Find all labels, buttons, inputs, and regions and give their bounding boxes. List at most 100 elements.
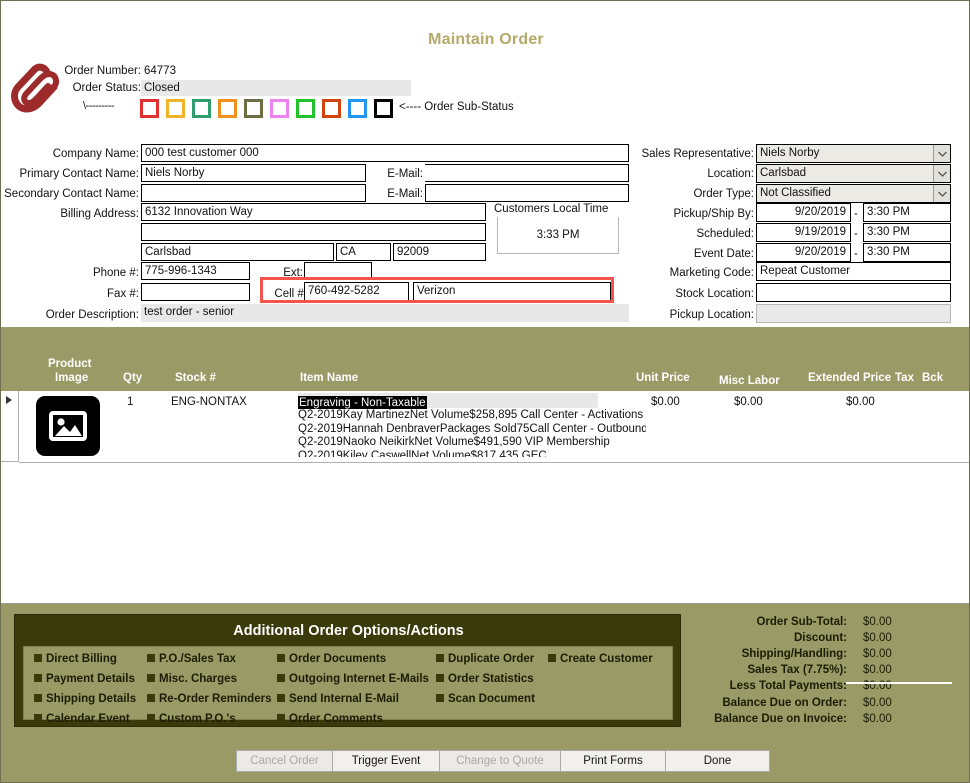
cell-stock-number[interactable]: ENG-NONTAX [171, 396, 247, 408]
item-name-dropdown-list[interactable]: Q2-2019Kay MartinezNet Volume$258,895 Ca… [298, 409, 646, 457]
order-type-select[interactable]: Not Classified [756, 184, 951, 203]
cell-extended-price[interactable]: $0.00 [846, 396, 875, 408]
location-select[interactable]: Carlsbad [756, 164, 951, 183]
print-forms-button[interactable]: Print Forms [561, 750, 666, 772]
sales-rep-select[interactable]: Niels Norby [756, 144, 951, 163]
change-to-quote-button[interactable]: Change to Quote [440, 750, 561, 772]
dropdown-option[interactable]: Q2-2019Hannah DenbraverPackages Sold75Ca… [298, 423, 646, 437]
cell-item-name[interactable]: Engraving - Non-Taxable [298, 393, 598, 411]
option-outgoing-internet-emails[interactable]: Outgoing Internet E-Mails [277, 673, 429, 685]
sub-status-swatch-7[interactable] [296, 99, 315, 118]
option-direct-billing[interactable]: Direct Billing [34, 653, 117, 665]
company-name-input[interactable]: 000 test customer 000 [141, 144, 629, 162]
cell-misc-labor[interactable]: $0.00 [734, 396, 763, 408]
sub-status-swatch-4[interactable] [218, 99, 237, 118]
bullet-icon [147, 694, 155, 702]
total-label-less-total-payments: Less Total Payments: [729, 680, 847, 692]
option-order-documents[interactable]: Order Documents [277, 653, 386, 665]
phone-label: Phone #: [92, 267, 139, 279]
chevron-down-icon[interactable] [933, 145, 950, 162]
trigger-event-button[interactable]: Trigger Event [333, 750, 440, 772]
marketing-code-input[interactable]: Repeat Customer [756, 262, 951, 281]
bullet-icon [34, 674, 42, 682]
billing-address-line2-input[interactable] [141, 223, 486, 241]
zip-input[interactable]: 92009 [393, 243, 486, 261]
order-status-label: Order Status: [72, 82, 141, 94]
chevron-down-icon[interactable] [933, 165, 950, 182]
event-time-input[interactable]: 3:30 PM [863, 243, 951, 262]
pickup-ship-by-date-input[interactable]: 9/20/2019 [756, 203, 851, 222]
option-label: Misc. Charges [159, 673, 237, 685]
dropdown-option[interactable]: Q2-2019Naoko NeikirkNet Volume$491,590 V… [298, 436, 646, 450]
option-create-customer[interactable]: Create Customer [548, 653, 653, 665]
order-type-value: Not Classified [760, 187, 831, 199]
option-misc-charges[interactable]: Misc. Charges [147, 673, 237, 685]
city-input[interactable]: Carlsbad [141, 243, 334, 261]
bullet-icon [277, 674, 285, 682]
phone-input[interactable]: 775-996-1343 [141, 262, 250, 280]
option-label: Payment Details [46, 673, 135, 685]
sub-status-swatch-6[interactable] [270, 99, 289, 118]
pickup-ship-by-time-input[interactable]: 3:30 PM [863, 203, 951, 222]
bullet-icon [436, 674, 444, 682]
sales-rep-label: Sales Representative: [641, 148, 754, 160]
option-duplicate-order[interactable]: Duplicate Order [436, 653, 534, 665]
order-status-field: Closed [141, 80, 411, 96]
option-label: Order Comments [289, 713, 383, 725]
primary-email-label: E-Mail: [387, 168, 423, 180]
stock-location-input[interactable] [756, 283, 951, 302]
option-custom-pos[interactable]: Custom P.O.'s [147, 713, 236, 725]
option-shipping-details[interactable]: Shipping Details [34, 693, 136, 705]
secondary-email-input[interactable] [425, 184, 629, 202]
option-scan-document[interactable]: Scan Document [436, 693, 535, 705]
scheduled-date-input[interactable]: 9/19/2019 [756, 223, 851, 242]
product-image-thumbnail[interactable] [36, 396, 100, 456]
option-payment-details[interactable]: Payment Details [34, 673, 135, 685]
dropdown-option[interactable]: Q2-2019Kiley CaswellNet Volume$817,435 G… [298, 450, 646, 458]
option-order-comments[interactable]: Order Comments [277, 713, 383, 725]
col-bck: Bck [922, 372, 944, 384]
option-label: Outgoing Internet E-Mails [289, 673, 429, 685]
option-calendar-event[interactable]: Calendar Event [34, 713, 130, 725]
primary-email-input[interactable] [425, 164, 629, 182]
sub-status-swatch-2[interactable] [166, 99, 185, 118]
scheduled-time-input[interactable]: 3:30 PM [863, 223, 951, 242]
dropdown-option[interactable]: Q2-2019Kay MartinezNet Volume$258,895 Ca… [298, 409, 646, 423]
billing-address-line1-input[interactable]: 6132 Innovation Way [141, 203, 486, 221]
cell-input[interactable]: 760-492-5282 [304, 282, 409, 301]
option-label: Scan Document [448, 693, 535, 705]
done-button[interactable]: Done [666, 750, 770, 772]
sub-status-swatch-3[interactable] [192, 99, 211, 118]
col-misc-labor: Misc Labor [719, 375, 780, 387]
sub-status-swatch-10[interactable] [374, 99, 393, 118]
order-description-input[interactable]: test order - senior [141, 304, 629, 322]
cell-qty[interactable]: 1 [127, 396, 133, 408]
sub-status-swatch-9[interactable] [348, 99, 367, 118]
total-label-balance-due-on-order: Balance Due on Order: [722, 697, 847, 709]
option-send-internal-email[interactable]: Send Internal E-Mail [277, 693, 399, 705]
order-number-label: Order Number: [64, 65, 141, 77]
sub-status-swatch-1[interactable] [140, 99, 159, 118]
chevron-down-icon[interactable] [933, 185, 950, 202]
option-re-order-reminders[interactable]: Re-Order Reminders [147, 693, 271, 705]
sub-status-swatch-8[interactable] [322, 99, 341, 118]
row-selector[interactable] [1, 391, 19, 462]
sales-rep-value: Niels Norby [760, 147, 820, 159]
option-label: Custom P.O.'s [159, 713, 236, 725]
ext-input[interactable] [304, 262, 372, 280]
cancel-order-button[interactable]: Cancel Order [236, 750, 333, 772]
cell-carrier-input[interactable]: Verizon [413, 282, 611, 301]
state-input[interactable]: CA [336, 243, 391, 261]
option-po-sales-tax[interactable]: P.O./Sales Tax [147, 653, 236, 665]
secondary-contact-input[interactable] [141, 184, 366, 202]
event-date-input[interactable]: 9/20/2019 [756, 243, 851, 262]
option-order-statistics[interactable]: Order Statistics [436, 673, 534, 685]
cell-unit-price[interactable]: $0.00 [651, 396, 680, 408]
total-label-discount: Discount: [793, 632, 847, 644]
primary-contact-input[interactable]: Niels Norby [141, 164, 366, 182]
sub-status-swatch-5[interactable] [244, 99, 263, 118]
options-panel-title: Additional Order Options/Actions [233, 623, 464, 639]
substatus-connector: \--------- [83, 100, 115, 112]
fax-input[interactable] [141, 283, 250, 301]
company-name-label: Company Name: [52, 148, 139, 160]
